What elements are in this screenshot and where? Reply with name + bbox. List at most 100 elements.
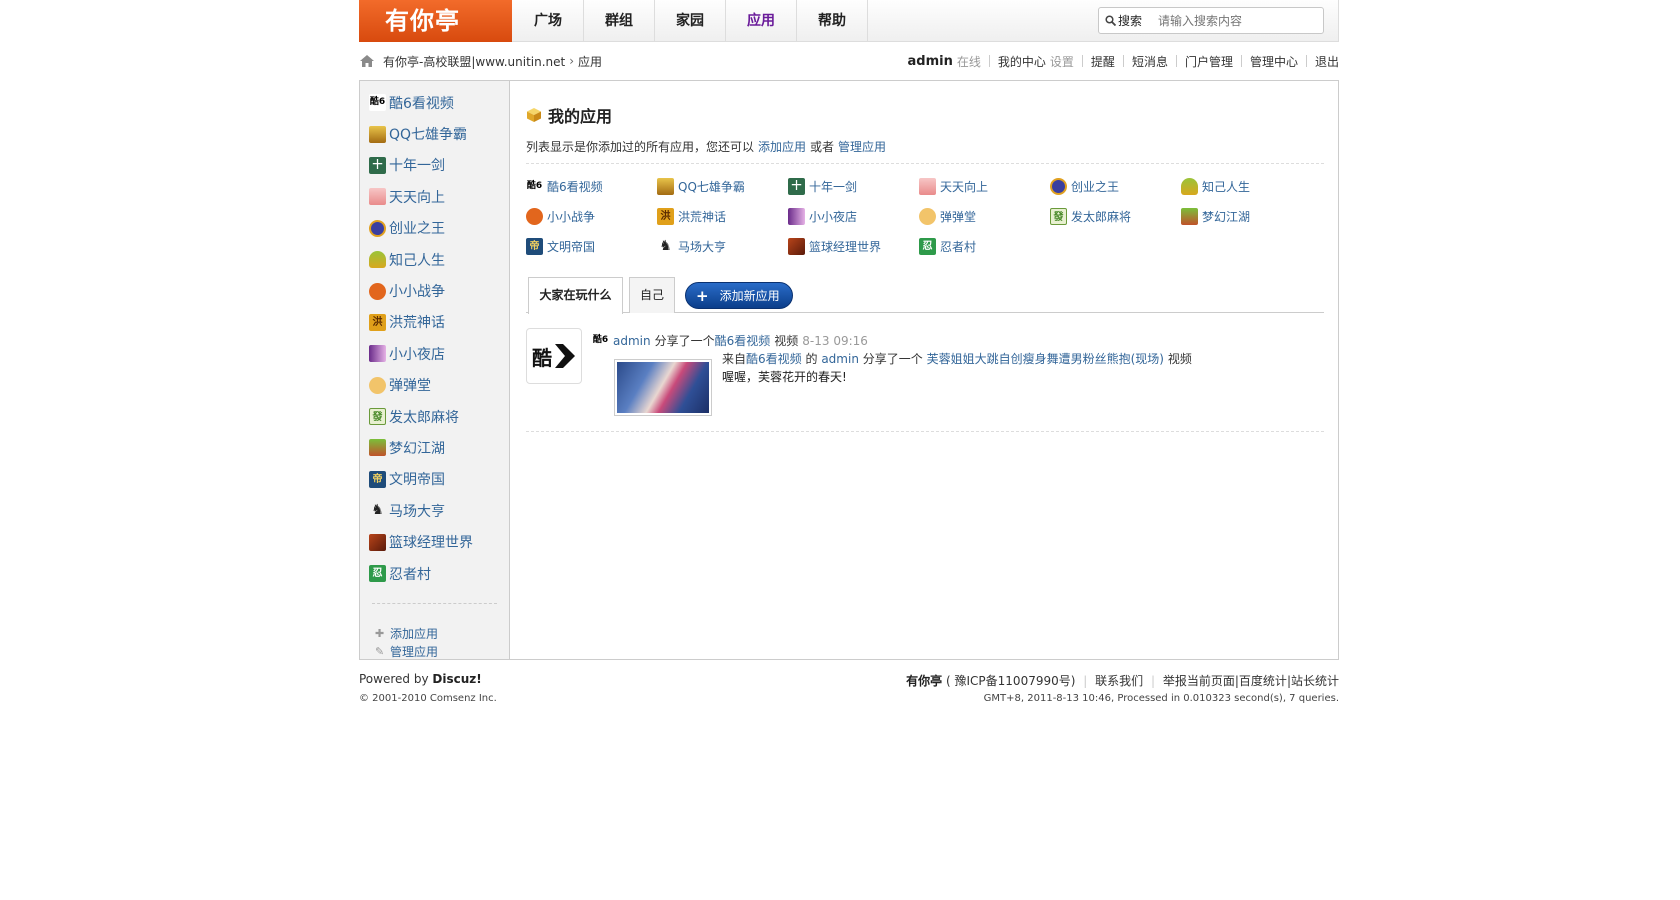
app-label[interactable]: QQ七雄争霸 [678, 178, 745, 195]
app-item[interactable]: 弹弹堂 [919, 207, 1050, 225]
sidebar-app-item[interactable]: 發发太郎麻将 [360, 401, 509, 432]
footer-report-link[interactable]: 举报当前页面 [1163, 674, 1235, 688]
tab-self[interactable]: 自己 [629, 277, 675, 313]
add-new-app-button[interactable]: + 添加新应用 [685, 282, 793, 309]
app-item[interactable]: 篮球经理世界 [788, 237, 919, 255]
app-item[interactable]: 發发太郎麻将 [1050, 207, 1181, 225]
home-icon[interactable] [359, 54, 375, 68]
remind-link[interactable]: 提醒 [1091, 53, 1115, 70]
app-item[interactable]: 创业之王 [1050, 177, 1181, 195]
tab-everyone[interactable]: 大家在玩什么 [528, 277, 623, 314]
add-app-link[interactable]: 添加应用 [390, 625, 438, 642]
app-label[interactable]: 十年一剑 [809, 178, 857, 195]
desc-add-app-link[interactable]: 添加应用 [758, 140, 806, 154]
sidebar-app-label[interactable]: 小小战争 [389, 281, 445, 301]
sidebar-app-label[interactable]: 知己人生 [389, 250, 445, 270]
sidebar-app-item[interactable]: 创业之王 [360, 213, 509, 244]
manage-app-link[interactable]: 管理应用 [390, 643, 438, 660]
my-center-link[interactable]: 我的中心 [998, 53, 1046, 70]
app-item[interactable]: ♞ 马场大亨 [657, 237, 788, 255]
sidebar-app-item[interactable]: 知己人生 [360, 244, 509, 275]
app-label[interactable]: 知己人生 [1202, 178, 1250, 195]
sidebar-app-label[interactable]: QQ七雄争霸 [389, 124, 467, 144]
sidebar-app-label[interactable]: 天天向上 [389, 187, 445, 207]
sidebar-app-item[interactable]: 小小夜店 [360, 338, 509, 369]
sidebar-app-item[interactable]: 酷6 酷6看视频 [360, 87, 509, 118]
discuz-link[interactable]: Discuz! [432, 672, 481, 686]
app-label[interactable]: 篮球经理世界 [809, 238, 881, 255]
app-label[interactable]: 酷6看视频 [547, 178, 603, 195]
messages-link[interactable]: 短消息 [1132, 53, 1168, 70]
sidebar-app-item[interactable]: 洪洪荒神话 [360, 307, 509, 338]
sidebar-app-label[interactable]: 发太郎麻将 [389, 407, 459, 427]
app-item[interactable]: 小小战争 [526, 207, 657, 225]
sidebar-app-label[interactable]: 梦幻江湖 [389, 438, 445, 458]
app-label[interactable]: 弹弹堂 [940, 208, 976, 225]
search-input[interactable] [1158, 9, 1323, 32]
nav-help[interactable]: 帮助 [797, 0, 868, 42]
sidebar-app-label[interactable]: 酷6看视频 [389, 93, 454, 113]
app-label[interactable]: 发太郎麻将 [1071, 208, 1131, 225]
sidebar-app-label[interactable]: 小小夜店 [389, 344, 445, 364]
app-item[interactable]: 帝文明帝国 [526, 237, 657, 255]
video-thumbnail[interactable] [614, 359, 712, 416]
manage-app-action[interactable]: ✎ 管理应用 [375, 642, 509, 660]
username-link[interactable]: admin [908, 54, 953, 69]
footer-icp-link[interactable]: ( 豫ICP备11007990号) [946, 674, 1075, 688]
app-label[interactable]: 忍者村 [940, 238, 976, 255]
app-item[interactable]: 洪洪荒神话 [657, 207, 788, 225]
nav-square[interactable]: 广场 [513, 0, 584, 42]
breadcrumb-current[interactable]: 应用 [578, 53, 602, 70]
app-label[interactable]: 小小夜店 [809, 208, 857, 225]
sidebar-app-item[interactable]: 篮球经理世界 [360, 526, 509, 557]
nav-apps[interactable]: 应用 [726, 0, 797, 42]
settings-link[interactable]: 设置 [1050, 53, 1074, 70]
avatar[interactable]: 酷 [526, 328, 582, 384]
feed-user-link[interactable]: admin [613, 334, 651, 348]
app-label[interactable]: 创业之王 [1071, 178, 1119, 195]
nav-groups[interactable]: 群组 [584, 0, 655, 42]
admin-center-link[interactable]: 管理中心 [1250, 53, 1298, 70]
footer-contact-link[interactable]: 联系我们 [1095, 674, 1143, 688]
app-item[interactable]: QQ七雄争霸 [657, 177, 788, 195]
sidebar-app-item[interactable]: 忍忍者村 [360, 558, 509, 589]
footer-site-link[interactable]: 有你亭 [906, 674, 942, 688]
sidebar-app-label[interactable]: 弹弹堂 [389, 375, 431, 395]
app-label[interactable]: 小小战争 [547, 208, 595, 225]
sidebar-app-label[interactable]: 文明帝国 [389, 469, 445, 489]
app-item[interactable]: 梦幻江湖 [1181, 207, 1312, 225]
app-item[interactable]: 知己人生 [1181, 177, 1312, 195]
app-item[interactable]: 小小夜店 [788, 207, 919, 225]
sidebar-app-item[interactable]: ♞ 马场大亨 [360, 495, 509, 526]
app-label[interactable]: 天天向上 [940, 178, 988, 195]
sidebar-app-item[interactable]: 天天向上 [360, 181, 509, 212]
app-item[interactable]: 天天向上 [919, 177, 1050, 195]
app-label[interactable]: 洪荒神话 [678, 208, 726, 225]
nav-home[interactable]: 家园 [655, 0, 726, 42]
feed-app-link[interactable]: 酷6看视频 [715, 332, 771, 349]
sidebar-app-item[interactable]: 梦幻江湖 [360, 432, 509, 463]
sidebar-app-item[interactable]: 帝文明帝国 [360, 464, 509, 495]
portal-manage-link[interactable]: 门户管理 [1185, 53, 1233, 70]
app-label[interactable]: 马场大亨 [678, 238, 726, 255]
app-item[interactable]: 十十年一剑 [788, 177, 919, 195]
desc-manage-app-link[interactable]: 管理应用 [838, 140, 886, 154]
logout-link[interactable]: 退出 [1315, 53, 1339, 70]
app-item[interactable]: 忍忍者村 [919, 237, 1050, 255]
app-label[interactable]: 梦幻江湖 [1202, 208, 1250, 225]
feed-from-app-link[interactable]: 酷6看视频 [746, 352, 802, 366]
footer-stats-link[interactable]: 站长统计 [1291, 674, 1339, 688]
app-label[interactable]: 文明帝国 [547, 238, 595, 255]
sidebar-app-label[interactable]: 十年一剑 [389, 155, 445, 175]
sidebar-app-label[interactable]: 马场大亨 [389, 501, 445, 521]
sidebar-app-item[interactable]: QQ七雄争霸 [360, 118, 509, 149]
sidebar-app-label[interactable]: 篮球经理世界 [389, 532, 473, 552]
sidebar-app-item[interactable]: 弹弹堂 [360, 370, 509, 401]
breadcrumb-site[interactable]: 有你亭-高校联盟|www.unitin.net [383, 53, 565, 70]
add-app-action[interactable]: ✚ 添加应用 [375, 624, 509, 642]
sidebar-app-label[interactable]: 忍者村 [389, 564, 431, 584]
feed-from-user-link[interactable]: admin [821, 352, 859, 366]
search-button[interactable]: 搜索 [1099, 8, 1148, 33]
sidebar-app-item[interactable]: 十十年一剑 [360, 150, 509, 181]
site-logo[interactable]: 有你亭 [359, 0, 512, 42]
